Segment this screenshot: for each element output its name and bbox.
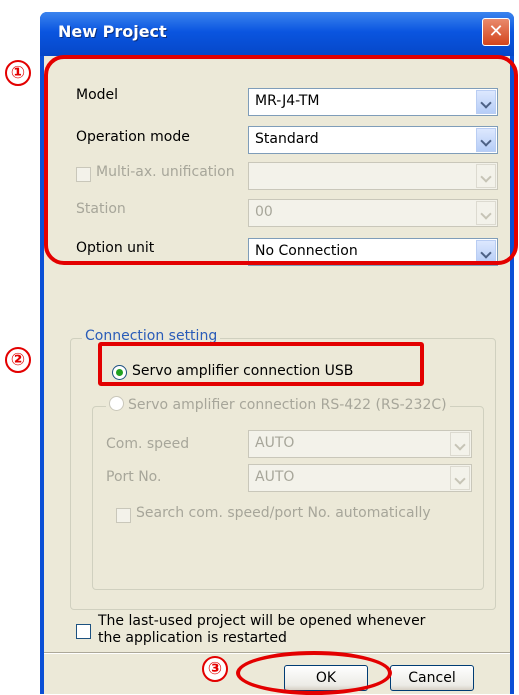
marker-3: ③ bbox=[202, 656, 228, 682]
port-no-label: Port No. bbox=[106, 469, 162, 485]
com-speed-label: Com. speed bbox=[106, 436, 190, 452]
window-title: New Project bbox=[58, 22, 167, 41]
search-auto-label: Search com. speed/port No. automatically bbox=[136, 505, 431, 521]
chevron-down-icon[interactable] bbox=[450, 432, 470, 456]
last-used-label-line1: The last-used project will be opened whe… bbox=[98, 613, 426, 629]
last-used-checkbox[interactable] bbox=[76, 624, 91, 639]
com-speed-value: AUTO bbox=[255, 435, 295, 451]
rs422-label: Servo amplifier connection RS-422 (RS-23… bbox=[128, 397, 447, 413]
com-speed-select[interactable]: AUTO bbox=[248, 430, 472, 458]
port-no-value: AUTO bbox=[255, 469, 295, 485]
cancel-button[interactable]: Cancel bbox=[390, 665, 474, 691]
marker-2: ② bbox=[5, 347, 31, 373]
annotation-box-1 bbox=[44, 55, 518, 265]
rs422-legend: Servo amplifier connection RS-422 (RS-23… bbox=[106, 396, 450, 413]
chevron-down-icon[interactable] bbox=[450, 466, 470, 490]
title-bar[interactable]: New Project ✕ bbox=[40, 12, 514, 56]
annotation-box-2 bbox=[98, 342, 424, 386]
search-auto-checkbox[interactable] bbox=[116, 508, 131, 523]
port-no-select[interactable]: AUTO bbox=[248, 464, 472, 492]
rs422-radio[interactable] bbox=[109, 396, 124, 411]
last-used-label-line2: the application is restarted bbox=[98, 630, 287, 646]
close-icon[interactable]: ✕ bbox=[482, 18, 510, 46]
annotation-box-3 bbox=[236, 651, 392, 695]
marker-1: ① bbox=[5, 60, 31, 86]
